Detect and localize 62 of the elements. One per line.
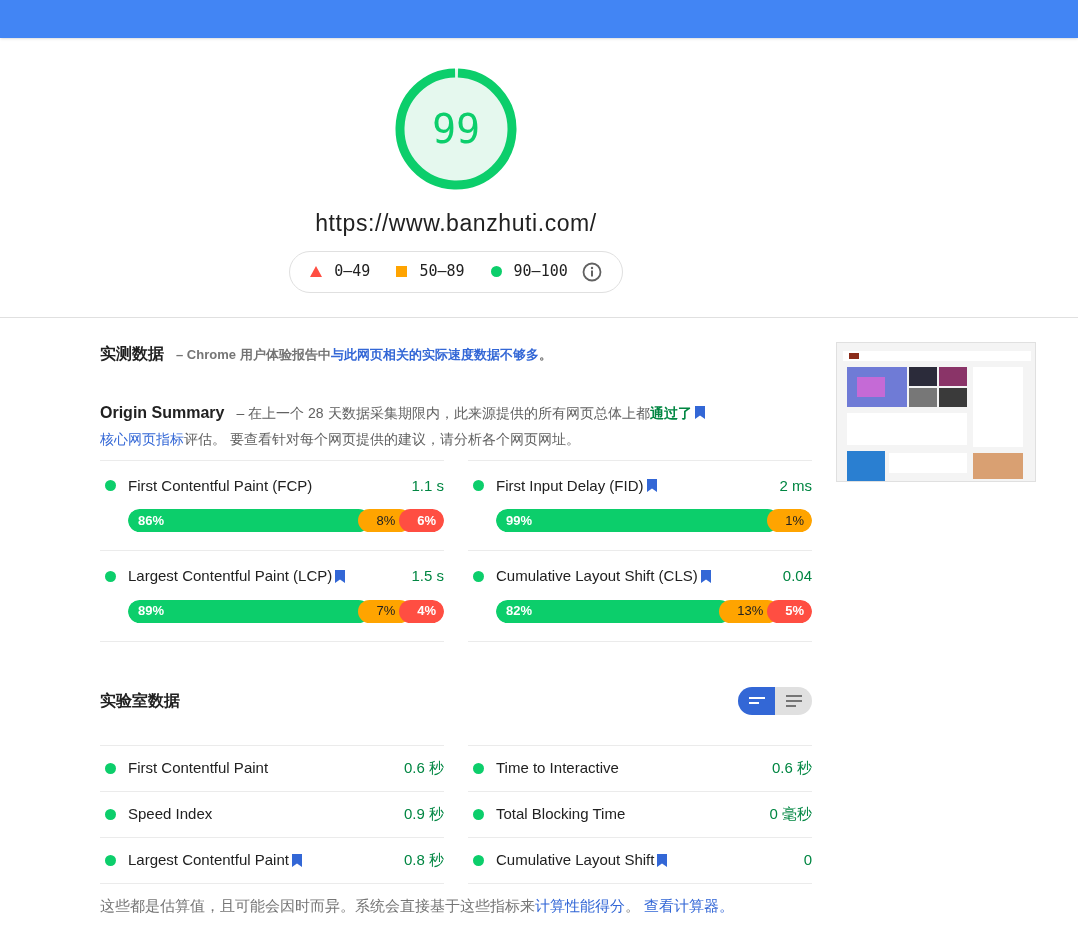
metric-name: First Input Delay (FID) (496, 475, 644, 496)
metric-name: Time to Interactive (496, 757, 619, 778)
metric-name: First Contentful Paint (FCP) (128, 475, 313, 496)
page-url: https://www.banzhuti.com/ (315, 209, 597, 238)
metric-value: 2 ms (779, 475, 812, 496)
circle-icon (490, 266, 502, 277)
status-dot (105, 480, 116, 492)
metric-value: 0.04 (782, 566, 812, 586)
bars-icon (747, 695, 766, 706)
metric-name: Largest Contentful Paint (LCP) (128, 566, 333, 586)
metric-name: Total Blocking Time (496, 803, 626, 824)
square-icon (396, 266, 408, 277)
status-dot (105, 762, 116, 774)
bookmark-icon[interactable] (335, 569, 346, 583)
field-data-note: – Chrome 用户体验报告中与此网页相关的实际速度数据不够多。 (176, 345, 552, 364)
legend-label: 50–89 (419, 261, 465, 283)
section-title: 实测数据 (100, 343, 164, 364)
metric-value: 1.1 s (411, 475, 444, 496)
score-value: 99 (431, 106, 481, 152)
metric-value: 0.9 秒 (403, 803, 444, 824)
metric-name: First Contentful Paint (128, 757, 269, 778)
status-dot (473, 570, 484, 582)
link[interactable]: 计算性能得分 (535, 896, 625, 914)
metric-value: 0.6 秒 (403, 757, 444, 778)
link[interactable]: 查看计算器。 (644, 896, 735, 914)
list-icon (784, 694, 803, 707)
distribution-segment: 1% (767, 509, 812, 532)
section-title: 实验室数据 (100, 690, 180, 711)
status-dot (473, 854, 484, 866)
legend-label: 0–49 (334, 261, 371, 283)
metric-name: Cumulative Layout Shift (496, 849, 655, 870)
metric-value: 0 毫秒 (769, 803, 812, 824)
metric-value: 0.6 秒 (771, 757, 812, 778)
status-dot (105, 854, 116, 866)
bookmark-icon[interactable] (657, 853, 668, 867)
bookmark-icon (695, 405, 706, 419)
list-view-toggle[interactable] (775, 686, 812, 715)
metric-name: Largest Contentful Paint (128, 849, 289, 870)
status-dot (105, 808, 116, 820)
lab-data-note: 这些都是估算值，且可能会因时而异。系统会直接基于这些指标来计算性能得分。 查看计算器。 (100, 895, 736, 916)
legend-label: 90–100 (513, 261, 568, 283)
link[interactable]: 核心网页指标 (100, 430, 184, 447)
bookmark-icon[interactable] (291, 853, 302, 867)
status-dot (473, 762, 484, 774)
distribution-segment: 6% (399, 509, 444, 532)
triangle-icon (310, 266, 323, 277)
distribution-segment: 5% (767, 599, 812, 623)
distribution-segment: 4% (399, 599, 444, 623)
link[interactable]: 与此网页相关的实际速度数据不够多 (330, 346, 539, 362)
origin-summary-text: Origin Summary – 在上一个 28 天数据采集期限内，此来源提供的所有网页总体上都通过了 核心网页指标评估。 要查看针对每个网页提供的建议，请分析各个网页网址。 (100, 399, 760, 452)
status-dot (105, 570, 116, 582)
metric-value: 0 (803, 849, 812, 870)
info-icon[interactable] (581, 261, 602, 282)
metric-value: 0.8 秒 (403, 849, 444, 870)
metric-value: 1.5 s (411, 566, 444, 586)
metric-name: Speed Index (128, 803, 213, 824)
bookmark-icon[interactable] (646, 479, 657, 493)
bookmark-icon[interactable] (700, 569, 711, 583)
status-dot (473, 808, 484, 820)
bar-view-toggle[interactable] (738, 686, 775, 715)
status-dot (473, 480, 484, 492)
metric-name: Cumulative Layout Shift (CLS) (496, 566, 698, 586)
